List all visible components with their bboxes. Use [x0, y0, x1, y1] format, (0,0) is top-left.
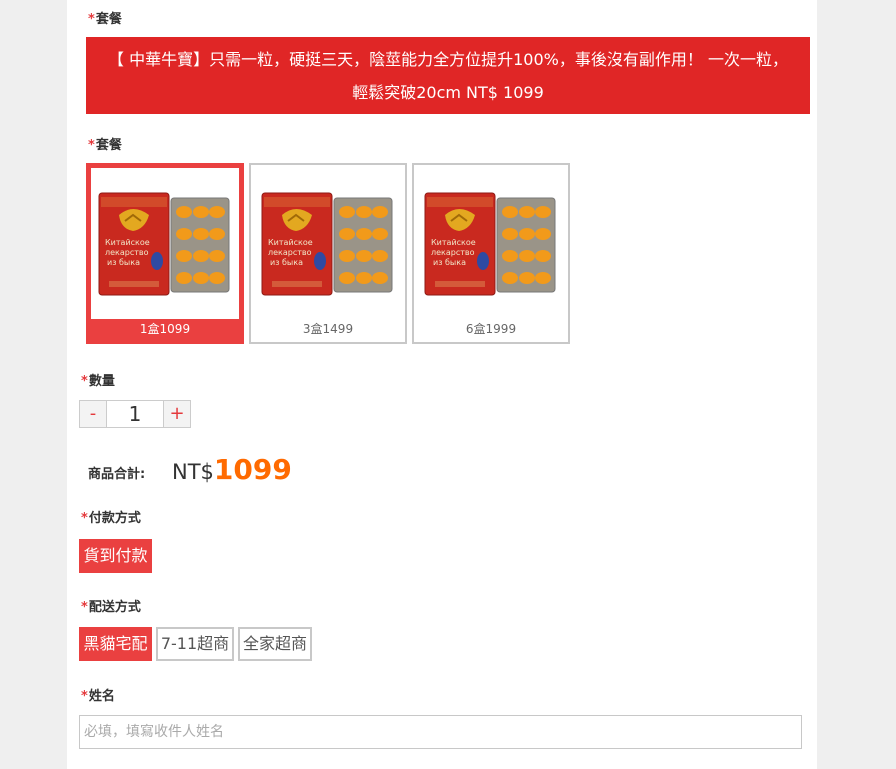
payment-option-cod[interactable]: 貨到付款 [79, 539, 152, 573]
total-currency: NT$ [172, 460, 214, 484]
promo-banner: 【 中華牛寶】只需一粒，硬挺三天，陰莖能力全方位提升100%，事後沒有副作用！ … [86, 37, 810, 114]
package-options-title: *套餐 [88, 138, 122, 153]
total-price: NT$1099 [172, 453, 292, 486]
svg-text:Китайское: Китайское [268, 238, 313, 247]
svg-text:Китайское: Китайское [105, 238, 150, 247]
package-option-1-label: 1盒1099 [139, 322, 191, 336]
quantity-increase-button[interactable]: + [163, 400, 191, 428]
package-section-title: *套餐 [88, 12, 122, 27]
promo-banner-line2: 輕鬆突破20cm NT$ 1099 [352, 83, 544, 102]
svg-text:лекарство: лекарство [431, 248, 475, 257]
shipping-option-familymart[interactable]: 全家超商 [238, 627, 312, 661]
quantity-stepper: - 1 + [79, 400, 191, 428]
package-option-3-label: 6盒1999 [465, 322, 517, 336]
svg-text:из быка: из быка [433, 258, 466, 267]
shipping-title: *配送方式 [81, 600, 141, 615]
promo-banner-line1: 【 中華牛寶】只需一粒，硬挺三天，陰莖能力全方位提升100%，事後沒有副作用！ … [108, 50, 788, 69]
svg-text:из быка: из быка [270, 258, 303, 267]
name-title: *姓名 [81, 689, 115, 704]
svg-text:из быка: из быка [107, 258, 140, 267]
total-label: 商品合計: [88, 467, 146, 482]
svg-text:лекарство: лекарство [268, 248, 312, 257]
package-option-1[interactable]: Китайское лекарство из быка 1盒1099 [86, 163, 244, 344]
package-option-2-label: 3盒1499 [302, 322, 354, 336]
name-input[interactable]: 必填，填寫收件人姓名 [79, 715, 802, 749]
product-image: Китайское лекарство из быка [417, 168, 565, 319]
quantity-title: *數量 [81, 374, 115, 389]
payment-title: *付款方式 [81, 511, 141, 526]
product-image: Китайское лекарство из быка [254, 168, 402, 319]
shipping-option-blackcat[interactable]: 黑貓宅配 [79, 627, 152, 661]
product-image: Китайское лекарство из быка [91, 168, 239, 319]
package-option-3[interactable]: Китайское лекарство из быка 6盒1999 [412, 163, 570, 344]
quantity-input[interactable]: 1 [107, 400, 163, 428]
shipping-option-711[interactable]: 7-11超商 [156, 627, 234, 661]
svg-text:лекарство: лекарство [105, 248, 149, 257]
total-amount: 1099 [213, 453, 292, 486]
svg-text:Китайское: Китайское [431, 238, 476, 247]
quantity-decrease-button[interactable]: - [79, 400, 107, 428]
package-option-2[interactable]: Китайское лекарство из быка 3盒1499 [249, 163, 407, 344]
